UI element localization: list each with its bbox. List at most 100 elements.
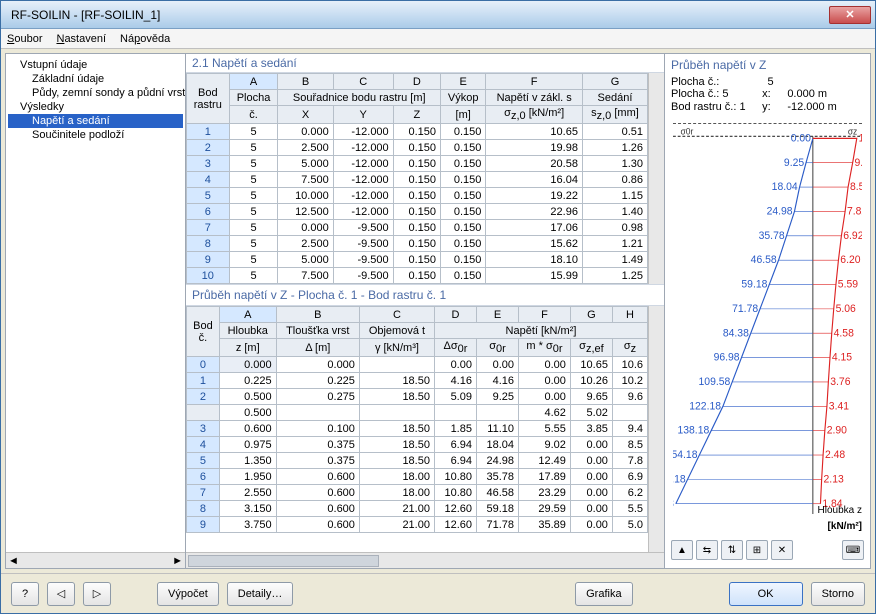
table-row-head[interactable]: 4 <box>187 437 220 453</box>
menu-file[interactable]: Soubor <box>7 33 42 45</box>
tree-scrollbar[interactable]: ◄► <box>6 552 185 568</box>
svg-text:2.13: 2.13 <box>824 473 844 485</box>
h-coord: Souřadnice bodu rastru [m] <box>278 90 441 106</box>
chart-tool-4[interactable]: ⊞ <box>746 540 768 560</box>
window-title: RF-SOILIN - [RF-SOILIN_1] <box>11 8 829 22</box>
svg-text:24.98: 24.98 <box>767 205 793 217</box>
center-hscroll[interactable] <box>186 552 664 568</box>
svg-text:9.25: 9.25 <box>784 156 804 168</box>
table-row-head[interactable]: 8 <box>187 236 230 252</box>
table-row-head[interactable]: 8 <box>187 501 220 517</box>
table-row-head[interactable]: 9 <box>187 252 230 268</box>
h-napeti: Napětí v zákl. s <box>486 90 583 106</box>
menubar: Soubor Nastavení Nápověda <box>1 29 875 49</box>
svg-text:5.59: 5.59 <box>838 278 858 290</box>
grid1-vscroll[interactable] <box>648 73 664 284</box>
section2-title: Průběh napětí v Z - Plocha č. 1 - Bod ra… <box>186 284 664 306</box>
svg-text:σz: σz <box>848 126 857 136</box>
right-title: Průběh napětí v Z <box>671 58 864 72</box>
menu-settings[interactable]: Nastavení <box>56 33 106 45</box>
table-row-head[interactable]: 1 <box>187 124 230 140</box>
svg-text:9.65: 9.65 <box>855 156 862 168</box>
tree-basic[interactable]: Základní údaje <box>8 72 183 86</box>
unit-label: [kN/m²] <box>828 521 862 532</box>
svg-text:18.04: 18.04 <box>772 181 798 193</box>
footer: ? ◁ ▷ Výpočet Detaily… Grafika OK Storno <box>1 573 875 613</box>
table-row-head[interactable]: 6 <box>187 469 220 485</box>
chart-tool-5[interactable]: ✕ <box>771 540 793 560</box>
table-row-head[interactable]: 3 <box>187 156 230 172</box>
svg-text:59.18: 59.18 <box>741 278 767 290</box>
svg-text:6.20: 6.20 <box>840 254 860 266</box>
h-sedani: Sedání <box>582 90 647 106</box>
svg-text:4.15: 4.15 <box>832 351 852 363</box>
titlebar: RF-SOILIN - [RF-SOILIN_1] ✕ <box>1 1 875 29</box>
grid2-vscroll[interactable] <box>648 306 664 552</box>
svg-text:35.78: 35.78 <box>759 230 785 242</box>
svg-text:0.00: 0.00 <box>791 132 811 144</box>
tree-soil[interactable]: Půdy, zemní sondy a půdní vrst <box>8 86 183 100</box>
table-row-head[interactable]: 10 <box>187 268 230 284</box>
table-row-head[interactable]: 3 <box>187 421 220 437</box>
h2-bod: Bodč. <box>187 307 220 357</box>
chart-tool-keyboard[interactable]: ⌨ <box>842 540 864 560</box>
info-plocha-v: 5 <box>768 76 816 88</box>
tree-input[interactable]: Vstupní údaje <box>8 58 183 72</box>
svg-text:170.18: 170.18 <box>673 473 686 485</box>
svg-text:154.18: 154.18 <box>673 449 697 461</box>
help-button[interactable]: ? <box>11 582 39 606</box>
table-row-head[interactable]: 0 <box>187 357 220 373</box>
svg-text:96.98: 96.98 <box>714 351 740 363</box>
svg-text:46.58: 46.58 <box>751 254 777 266</box>
table-row-head[interactable]: 7 <box>187 220 230 236</box>
section1-title: 2.1 Napětí a sedání <box>186 54 664 73</box>
svg-text:71.78: 71.78 <box>732 303 758 315</box>
svg-text:8.54: 8.54 <box>850 181 862 193</box>
svg-text:6.92: 6.92 <box>843 230 862 242</box>
svg-text:3.76: 3.76 <box>830 376 850 388</box>
table-row-head[interactable] <box>187 405 220 421</box>
svg-text:2.48: 2.48 <box>825 449 845 461</box>
stress-chart: σ0r σz 0.00 9.25 18.04 24.98 35.78 46.58 59.18… <box>673 123 862 514</box>
grid-stress-settlement[interactable]: Bodrastru ABCDEFG Plocha Souřadnice bodu… <box>186 73 648 284</box>
details-button[interactable]: Detaily… <box>227 582 294 606</box>
svg-text:3.41: 3.41 <box>829 400 849 412</box>
info-plocha-l: Plocha č.: <box>671 76 762 88</box>
svg-text:5.06: 5.06 <box>836 303 856 315</box>
svg-text:138.18: 138.18 <box>677 424 709 436</box>
grid-stress-profile[interactable]: Bodč. ABCDEFGH HloubkaTloušťka vrstObjem… <box>186 306 648 533</box>
svg-text:7.82: 7.82 <box>847 205 862 217</box>
calculate-button[interactable]: Výpočet <box>157 582 219 606</box>
table-row-head[interactable]: 7 <box>187 485 220 501</box>
svg-text:2.90: 2.90 <box>827 424 847 436</box>
table-row-head[interactable]: 9 <box>187 517 220 533</box>
h-plocha: Plocha <box>229 90 278 106</box>
tree-results[interactable]: Výsledky <box>8 100 183 114</box>
chart-tool-3[interactable]: ⇅ <box>721 540 743 560</box>
cancel-button[interactable]: Storno <box>811 582 865 606</box>
table-row-head[interactable]: 5 <box>187 188 230 204</box>
nav-prev-button[interactable]: ◁ <box>47 582 75 606</box>
tree-coef[interactable]: Součinitele podloží <box>8 128 183 142</box>
navigation-tree: Vstupní údaje Základní údaje Půdy, zemní… <box>6 54 186 568</box>
menu-help[interactable]: Nápověda <box>120 33 170 45</box>
close-button[interactable]: ✕ <box>829 6 871 24</box>
table-row-head[interactable]: 2 <box>187 140 230 156</box>
svg-text:109.58: 109.58 <box>699 376 731 388</box>
table-row-head[interactable]: 6 <box>187 204 230 220</box>
svg-text:σ0r: σ0r <box>681 126 694 136</box>
svg-text:122.18: 122.18 <box>689 400 721 412</box>
table-row-head[interactable]: 5 <box>187 453 220 469</box>
table-row-head[interactable]: 4 <box>187 172 230 188</box>
h-vykop: Výkop <box>440 90 485 106</box>
tree-stress-settlement[interactable]: Napětí a sedání <box>8 114 183 128</box>
svg-text:4.58: 4.58 <box>834 327 854 339</box>
table-row-head[interactable]: 1 <box>187 373 220 389</box>
ok-button[interactable]: OK <box>729 582 803 606</box>
table-row-head[interactable]: 2 <box>187 389 220 405</box>
chart-tool-2[interactable]: ⇆ <box>696 540 718 560</box>
chart-tool-1[interactable]: ▲ <box>671 540 693 560</box>
right-panel: Průběh napětí v Z Plocha č.:5 Plocha č.:… <box>665 54 870 568</box>
nav-next-button[interactable]: ▷ <box>83 582 111 606</box>
graphics-button[interactable]: Grafika <box>575 582 632 606</box>
